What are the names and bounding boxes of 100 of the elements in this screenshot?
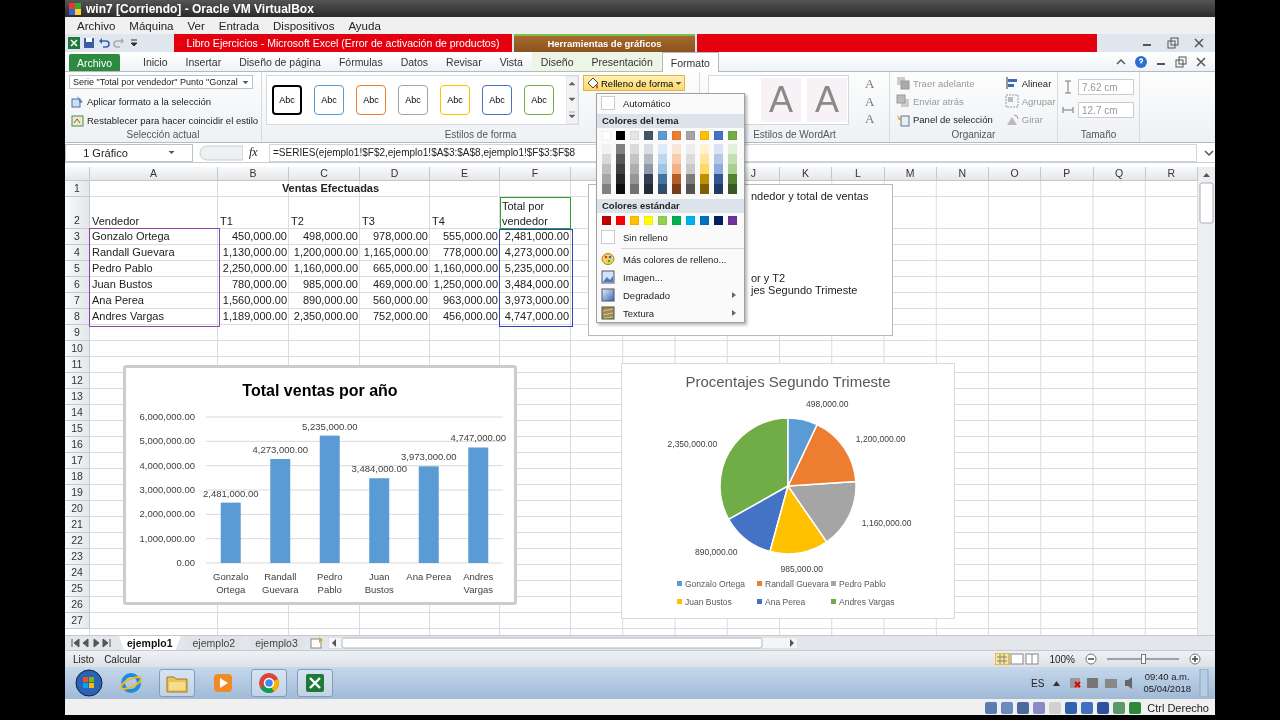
- ribbon-tab[interactable]: Formato: [661, 52, 719, 72]
- color-swatch[interactable]: [700, 154, 709, 164]
- ribbon-command[interactable]: Restablecer para hacer coincidir el estilo: [69, 112, 257, 128]
- color-swatch[interactable]: [686, 144, 695, 154]
- clock[interactable]: 09:40 a.m. 05/04/2018: [1143, 671, 1191, 695]
- color-swatch[interactable]: [728, 184, 737, 194]
- column-header[interactable]: D: [360, 167, 430, 181]
- text-format-button[interactable]: A: [863, 75, 877, 93]
- color-swatch[interactable]: [658, 144, 667, 154]
- color-swatch[interactable]: [728, 174, 737, 184]
- color-swatch[interactable]: [644, 174, 653, 184]
- menu-item[interactable]: Automático: [597, 94, 744, 112]
- bar[interactable]: [220, 502, 241, 563]
- column-header[interactable]: M: [884, 167, 937, 181]
- restore-icon[interactable]: [1167, 37, 1179, 49]
- pie-slice[interactable]: [787, 480, 857, 543]
- menu-item[interactable]: Ver: [187, 19, 205, 32]
- row-header[interactable]: 2: [65, 197, 90, 229]
- column-header[interactable]: R: [1145, 167, 1198, 181]
- color-swatch[interactable]: [672, 131, 681, 140]
- menu-item[interactable]: Más colores de relleno...: [597, 250, 744, 268]
- close-icon[interactable]: [1193, 37, 1205, 49]
- color-swatch[interactable]: [616, 174, 625, 184]
- bar[interactable]: [418, 466, 439, 563]
- color-swatch[interactable]: [686, 164, 695, 174]
- color-swatch[interactable]: [672, 216, 681, 225]
- text-format-button[interactable]: A: [863, 92, 877, 111]
- ribbon-tab[interactable]: Revisar: [437, 52, 491, 71]
- color-swatch[interactable]: [728, 154, 737, 164]
- row-header[interactable]: 16: [65, 437, 90, 453]
- row-header[interactable]: 26: [65, 597, 90, 613]
- color-swatch[interactable]: [630, 144, 639, 154]
- color-swatch[interactable]: [686, 184, 695, 194]
- column-header[interactable]: A: [90, 167, 218, 181]
- color-swatch[interactable]: [630, 154, 639, 164]
- pie-slice[interactable]: [769, 485, 828, 555]
- color-swatch[interactable]: [700, 164, 709, 174]
- ribbon-tab[interactable]: Presentación: [582, 52, 662, 71]
- color-swatch[interactable]: [644, 154, 653, 164]
- color-swatch[interactable]: [616, 216, 625, 225]
- shape-style-button[interactable]: Abc: [314, 85, 344, 115]
- color-swatch[interactable]: [728, 144, 737, 154]
- row-header[interactable]: 25: [65, 581, 90, 597]
- row-header[interactable]: 17: [65, 453, 90, 469]
- bar[interactable]: [369, 478, 390, 563]
- color-swatch[interactable]: [602, 154, 611, 164]
- row-header[interactable]: 24: [65, 565, 90, 581]
- column-header[interactable]: F: [500, 167, 571, 181]
- color-swatch[interactable]: [686, 174, 695, 184]
- ribbon-tab[interactable]: Fórmulas: [329, 52, 392, 71]
- ribbon-tab[interactable]: Vista: [490, 52, 532, 71]
- ribbon-tab[interactable]: Insertar: [176, 52, 231, 71]
- row-header[interactable]: 11: [65, 357, 90, 373]
- color-swatch[interactable]: [630, 216, 639, 225]
- row-header[interactable]: 6: [65, 277, 90, 293]
- row-header[interactable]: 21: [65, 517, 90, 533]
- row-header[interactable]: 13: [65, 389, 90, 405]
- taskbar-button[interactable]: [297, 669, 333, 697]
- sheet-tab[interactable]: ejemplo1: [119, 636, 181, 650]
- shape-fill-button[interactable]: Relleno de forma: [583, 75, 686, 91]
- insert-function-button[interactable]: fx: [249, 145, 263, 160]
- taskbar-button[interactable]: [251, 669, 287, 697]
- color-swatch[interactable]: [714, 216, 723, 225]
- color-swatch[interactable]: [714, 174, 723, 184]
- language-indicator[interactable]: ES: [1031, 677, 1045, 689]
- color-swatch[interactable]: [630, 184, 639, 194]
- help-icon[interactable]: [1135, 55, 1147, 68]
- zoom-out-icon[interactable]: [1085, 653, 1097, 665]
- close-icon[interactable]: [1195, 55, 1207, 68]
- column-header[interactable]: B: [218, 167, 289, 181]
- color-swatch[interactable]: [728, 216, 737, 225]
- color-swatch[interactable]: [700, 174, 709, 184]
- row-header[interactable]: 7: [65, 293, 90, 309]
- vertical-scrollbar[interactable]: [1198, 167, 1215, 635]
- color-swatch[interactable]: [644, 184, 653, 194]
- sheet-tab[interactable]: ejemplo2: [184, 636, 244, 650]
- sheet-tab[interactable]: ejemplo3: [247, 636, 306, 650]
- start-icon[interactable]: [75, 669, 103, 697]
- horizontal-scrollbar[interactable]: [327, 637, 798, 649]
- color-swatch[interactable]: [630, 131, 639, 140]
- color-swatch[interactable]: [616, 164, 625, 174]
- color-swatch[interactable]: [672, 184, 681, 194]
- row-header[interactable]: 12: [65, 373, 90, 389]
- pie-slice[interactable]: [719, 417, 789, 521]
- color-swatch[interactable]: [728, 131, 737, 140]
- device-icons[interactable]: [984, 701, 1143, 715]
- ribbon-tab[interactable]: Diseño de página: [230, 52, 330, 71]
- color-swatch[interactable]: [616, 144, 625, 154]
- color-swatch[interactable]: [602, 174, 611, 184]
- row-header[interactable]: 23: [65, 549, 90, 565]
- slider-thumb[interactable]: [1141, 654, 1146, 664]
- shape-style-button[interactable]: Abc: [440, 85, 470, 115]
- color-swatch[interactable]: [700, 144, 709, 154]
- row-header[interactable]: 5: [65, 261, 90, 277]
- row-header[interactable]: 14: [65, 405, 90, 421]
- color-swatch[interactable]: [700, 216, 709, 225]
- menu-item[interactable]: Dispositivos: [273, 19, 335, 32]
- color-swatch[interactable]: [672, 154, 681, 164]
- zoom-in-icon[interactable]: [1189, 653, 1201, 665]
- color-swatch[interactable]: [644, 164, 653, 174]
